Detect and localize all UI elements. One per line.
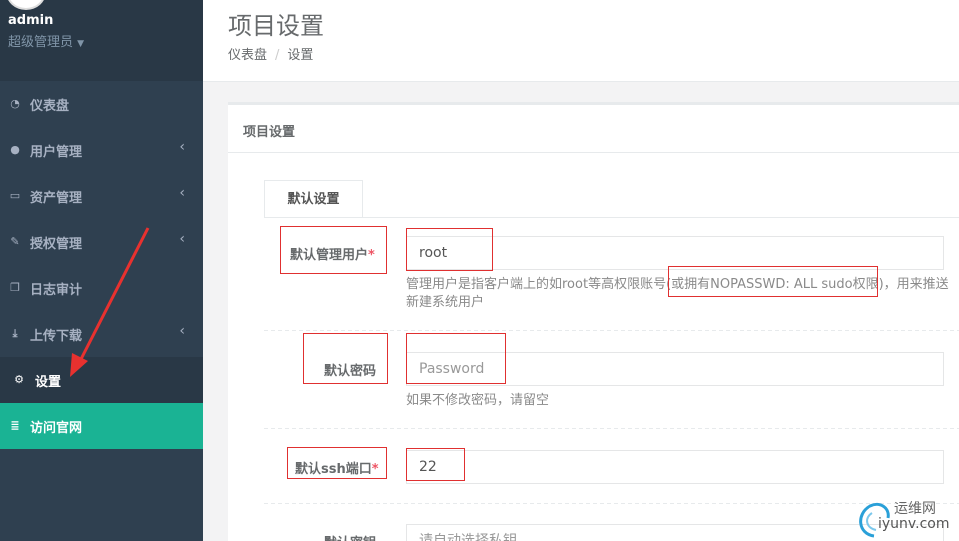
users-icon: ● <box>10 143 20 156</box>
sidebar-item-label: 仪表盘 <box>30 99 70 114</box>
annotation-box-ssh-label <box>287 447 387 479</box>
panel-divider <box>228 152 959 153</box>
database-icon: ≣ <box>10 419 20 432</box>
chevron-left-icon: ‹ <box>179 323 185 339</box>
admin-user-help-line2: 新建系统用户 <box>406 295 485 310</box>
breadcrumb-dashboard[interactable]: 仪表盘 <box>228 48 267 63</box>
watermark-text-cn: 运维网 <box>894 501 936 517</box>
inbox-icon: ▭ <box>9 189 21 202</box>
annotation-box-password-value <box>406 333 506 384</box>
sidebar-item-label: 资产管理 <box>30 191 83 206</box>
page-header: 项目设置 仪表盘 / 设置 <box>203 0 959 82</box>
sidebar-item-label: 访问官网 <box>30 421 83 436</box>
caret-down-icon: ▼ <box>77 39 85 49</box>
ssh-port-input[interactable]: 22 <box>406 450 944 484</box>
watermark-text-url: iyunv.com <box>878 516 950 532</box>
tab-underline <box>264 217 959 218</box>
sidebar-item-dashboard[interactable]: ◔ 仪表盘 <box>0 81 203 127</box>
sidebar-item-users[interactable]: ● 用户管理 ‹ <box>0 127 203 173</box>
sidebar-item-label: 设置 <box>35 375 62 390</box>
page-title: 项目设置 <box>228 12 324 40</box>
annotation-arrow <box>70 227 150 377</box>
download-icon: ⤓ <box>12 327 18 340</box>
row-divider <box>264 428 959 429</box>
watermark-logo: 运维网 iyunv.com <box>854 496 959 541</box>
breadcrumb-separator: / <box>275 48 280 63</box>
profile-name: admin <box>8 13 54 28</box>
panel-title: 项目设置 <box>243 125 296 140</box>
sidebar-item-label: 用户管理 <box>30 145 83 160</box>
dashboard-icon: ◔ <box>10 97 20 110</box>
annotation-box-nopasswd <box>668 266 878 297</box>
copy-icon: ❐ <box>10 281 20 294</box>
private-key-label: 默认密钥 <box>324 532 376 541</box>
profile-role-label: 超级管理员 <box>8 35 74 50</box>
sidebar-item-assets[interactable]: ▭ 资产管理 ‹ <box>0 173 203 219</box>
sidebar-item-website[interactable]: ≣ 访问官网 <box>0 403 203 449</box>
profile-role-dropdown[interactable]: 超级管理员 ▼ <box>8 31 84 50</box>
annotation-box-password-label <box>303 333 388 384</box>
breadcrumb-settings: 设置 <box>287 48 314 63</box>
edit-icon: ✎ <box>10 235 20 248</box>
avatar[interactable] <box>6 0 46 10</box>
breadcrumb: 仪表盘 / 设置 <box>228 44 313 63</box>
chevron-left-icon: ‹ <box>179 139 185 155</box>
annotation-box-admin-value <box>406 228 493 271</box>
chevron-left-icon: ‹ <box>179 185 185 201</box>
annotation-box-ssh-value <box>406 448 465 481</box>
annotation-box-admin-label <box>280 226 387 274</box>
profile-area: admin 超级管理员 ▼ <box>0 0 203 81</box>
tab-default-settings[interactable]: 默认设置 <box>264 180 363 218</box>
gears-icon: ⚙ <box>14 373 24 386</box>
password-help: 如果不修改密码，请留空 <box>406 393 550 408</box>
chevron-left-icon: ‹ <box>179 231 185 247</box>
row-divider <box>264 330 959 331</box>
